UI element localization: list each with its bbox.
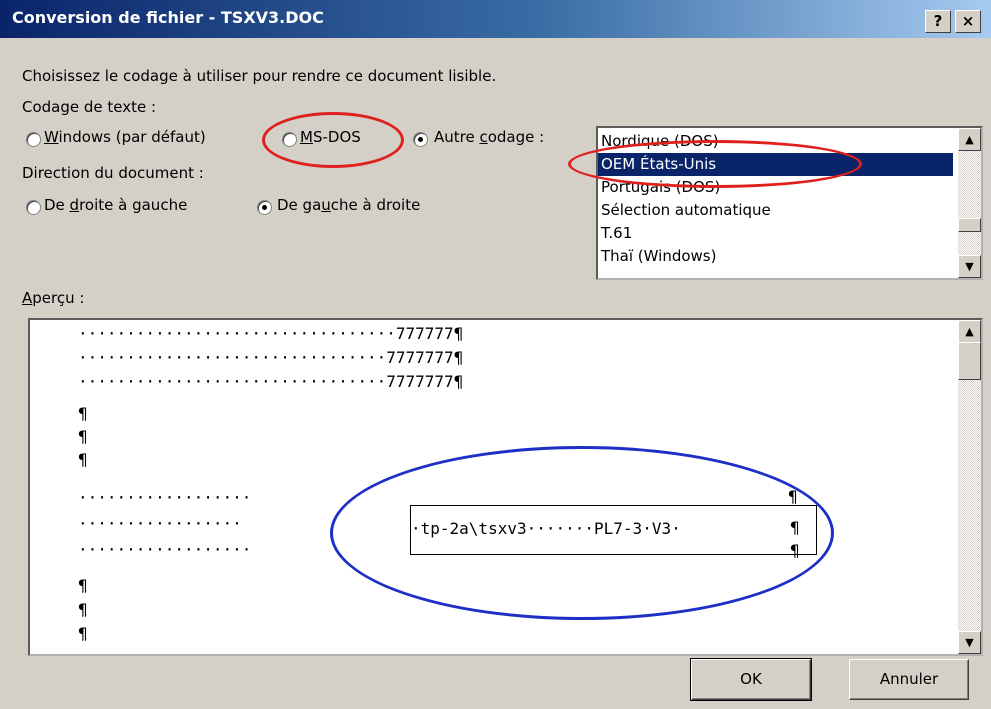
preview-scrollbar[interactable]: ▲ ▼ xyxy=(958,320,981,654)
ltr-radio[interactable] xyxy=(257,200,272,215)
other-encoding-label[interactable]: Autre codage : xyxy=(434,128,544,146)
cancel-button[interactable]: Annuler xyxy=(849,659,969,700)
preview-line: ¶ xyxy=(78,576,88,595)
direction-label: Direction du document : xyxy=(22,164,204,182)
encoding-option[interactable]: Portugais (DOS) xyxy=(601,176,720,199)
frame-box: ·tp-2a\tsxv3·······PL7-3·V3· xyxy=(410,505,817,555)
encoding-option[interactable]: Sélection automatique xyxy=(601,199,771,222)
encoding-option-selected[interactable]: OEM États-Unis xyxy=(598,153,953,176)
preview-line: ·································777777¶ xyxy=(78,324,464,343)
msdos-radio-label[interactable]: MS-DOS xyxy=(300,128,361,146)
help-button[interactable]: ? xyxy=(925,10,951,33)
other-encoding-radio[interactable] xyxy=(413,132,428,147)
preview-line: ¶ xyxy=(78,404,88,423)
encoding-option[interactable]: Thaï (Windows) xyxy=(601,245,716,268)
scroll-up-button[interactable]: ▲ xyxy=(958,320,981,343)
scroll-thumb[interactable] xyxy=(958,342,981,380)
scroll-thumb[interactable] xyxy=(958,218,981,232)
rtl-radio-label[interactable]: De droite à gauche xyxy=(44,196,187,214)
preview-label: Aperçu : xyxy=(22,289,85,307)
frame-text: ·tp-2a\tsxv3·······PL7-3·V3· xyxy=(411,519,681,538)
msdos-radio[interactable] xyxy=(282,132,297,147)
windows-radio-label[interactable]: Windows (par défaut) xyxy=(44,128,206,146)
preview-line: ¶ xyxy=(78,600,88,619)
preview-line: ································7777777¶ xyxy=(78,372,464,391)
scroll-down-button[interactable]: ▼ xyxy=(958,255,981,278)
title-bar[interactable]: Conversion de fichier - TSXV3.DOC ? × xyxy=(0,0,991,38)
preview-line: ·················· xyxy=(78,540,252,559)
arrow-down-icon: ▼ xyxy=(965,260,974,273)
paragraph-mark: ¶ xyxy=(790,541,800,560)
preview-line: ································7777777¶ xyxy=(78,348,464,367)
preview-line: ·················· xyxy=(78,488,252,507)
window-title: Conversion de fichier - TSXV3.DOC xyxy=(12,8,324,27)
encoding-listbox[interactable]: Nordique (DOS) OEM États-Unis Portugais … xyxy=(596,126,983,280)
preview-line: ¶ xyxy=(78,624,88,643)
close-button[interactable]: × xyxy=(955,10,981,33)
windows-radio[interactable] xyxy=(26,132,41,147)
encoding-list-scrollbar[interactable]: ▲ ▼ xyxy=(958,128,981,278)
preview-line: ¶ xyxy=(78,450,88,469)
preview-line: ¶ xyxy=(78,427,88,446)
encoding-option[interactable]: Nordique (DOS) xyxy=(601,130,719,153)
ok-button[interactable]: OK xyxy=(690,658,812,701)
encoding-option[interactable]: T.61 xyxy=(601,222,632,245)
arrow-up-icon: ▲ xyxy=(965,325,974,338)
paragraph-mark: ¶ xyxy=(790,518,800,537)
rtl-radio[interactable] xyxy=(26,200,41,215)
arrow-down-icon: ▼ xyxy=(965,636,974,649)
preview-line: ················· xyxy=(78,514,242,533)
encoding-label: Codage de texte : xyxy=(22,98,157,116)
ltr-radio-label[interactable]: De gauche à droite xyxy=(277,196,420,214)
scroll-up-button[interactable]: ▲ xyxy=(958,128,981,151)
paragraph-mark: ¶ xyxy=(788,487,798,506)
instruction-text: Choisissez le codage à utiliser pour ren… xyxy=(22,67,497,85)
scroll-down-button[interactable]: ▼ xyxy=(958,631,981,654)
preview-pane[interactable]: ·································777777¶… xyxy=(28,318,983,656)
arrow-up-icon: ▲ xyxy=(965,133,974,146)
